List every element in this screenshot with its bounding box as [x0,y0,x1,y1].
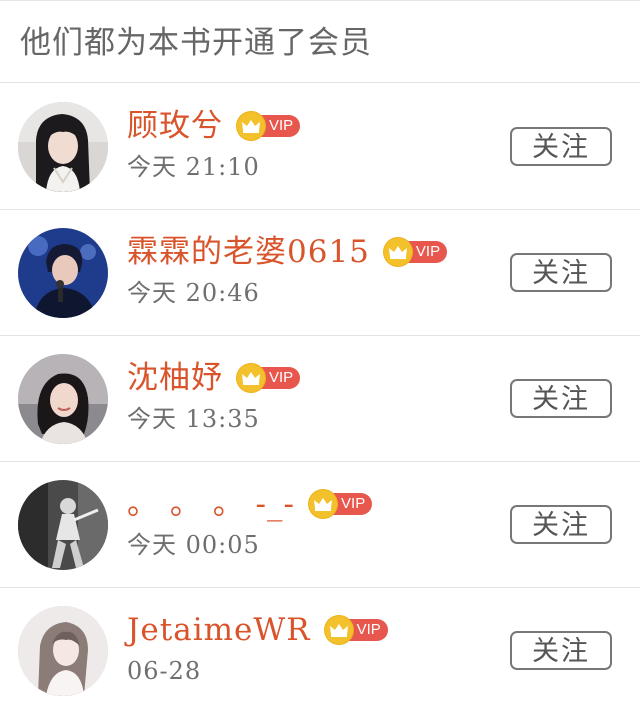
name-line: 顾玫兮 VIP [127,104,301,148]
member-name[interactable]: 沈柚妤 [127,358,223,398]
member-time: 今天 13:35 [127,405,260,433]
follow-button[interactable]: 关注 [510,127,612,166]
follow-button[interactable]: 关注 [510,379,612,418]
list-item: 沈柚妤 VIP 今天 13:35 关注 [0,336,640,462]
vip-badge: VIP [383,238,448,266]
member-name[interactable]: 霖霖的老婆0615 [127,232,370,272]
avatar[interactable] [18,228,108,318]
vip-badge: VIP [309,490,373,518]
avatar-girl-dark-hair-icon [18,102,108,192]
crown-icon [309,490,338,518]
member-name[interactable]: JetaimeWR [127,610,311,650]
section-header: 他们都为本书开通了会员 [0,1,640,83]
list-item: 。 。 。 -_- VIP 今天 00:05 关注 [0,462,640,588]
name-line: 沈柚妤 VIP [127,356,301,400]
avatar[interactable] [18,606,108,696]
crown-icon [324,616,353,644]
member-time: 今天 00:05 [127,531,260,559]
member-name[interactable]: 。 。 。 -_- [127,484,295,524]
member-time: 06-28 [127,657,202,685]
member-time: 今天 20:46 [127,279,260,307]
follow-button[interactable]: 关注 [510,253,612,292]
crown-icon [383,238,412,266]
member-name[interactable]: 顾玫兮 [127,106,223,146]
member-time: 今天 21:10 [127,153,260,181]
avatar[interactable] [18,480,108,570]
avatar[interactable] [18,102,108,192]
section-title: 他们都为本书开通了会员 [20,25,372,61]
avatar-girl-pale-icon [18,606,108,696]
name-line: 霖霖的老婆0615 VIP [127,230,448,274]
list-item: JetaimeWR VIP 06-28 关注 [0,588,640,714]
crown-icon [237,112,265,140]
vip-badge: VIP [237,112,301,140]
avatar-dancer-monochrome-icon [18,480,108,570]
list-item: 霖霖的老婆0615 VIP 今天 20:46 关注 [0,210,640,336]
avatar-woman-smiling-icon [18,354,108,444]
follow-button[interactable]: 关注 [510,505,612,544]
name-line: 。 。 。 -_- VIP [127,482,373,526]
follow-button[interactable]: 关注 [510,631,612,670]
vip-badge: VIP [324,616,388,644]
name-line: JetaimeWR VIP [127,608,388,652]
list-item: 顾玫兮 VIP 今天 21:10 关注 [0,84,640,210]
member-list: 顾玫兮 VIP 今天 21:10 关注 霖霖的老婆0615 VIP 今天 20:… [0,84,640,714]
crown-icon [237,364,265,392]
avatar-singer-stage-icon [18,228,108,318]
avatar[interactable] [18,354,108,444]
vip-badge: VIP [237,364,301,392]
